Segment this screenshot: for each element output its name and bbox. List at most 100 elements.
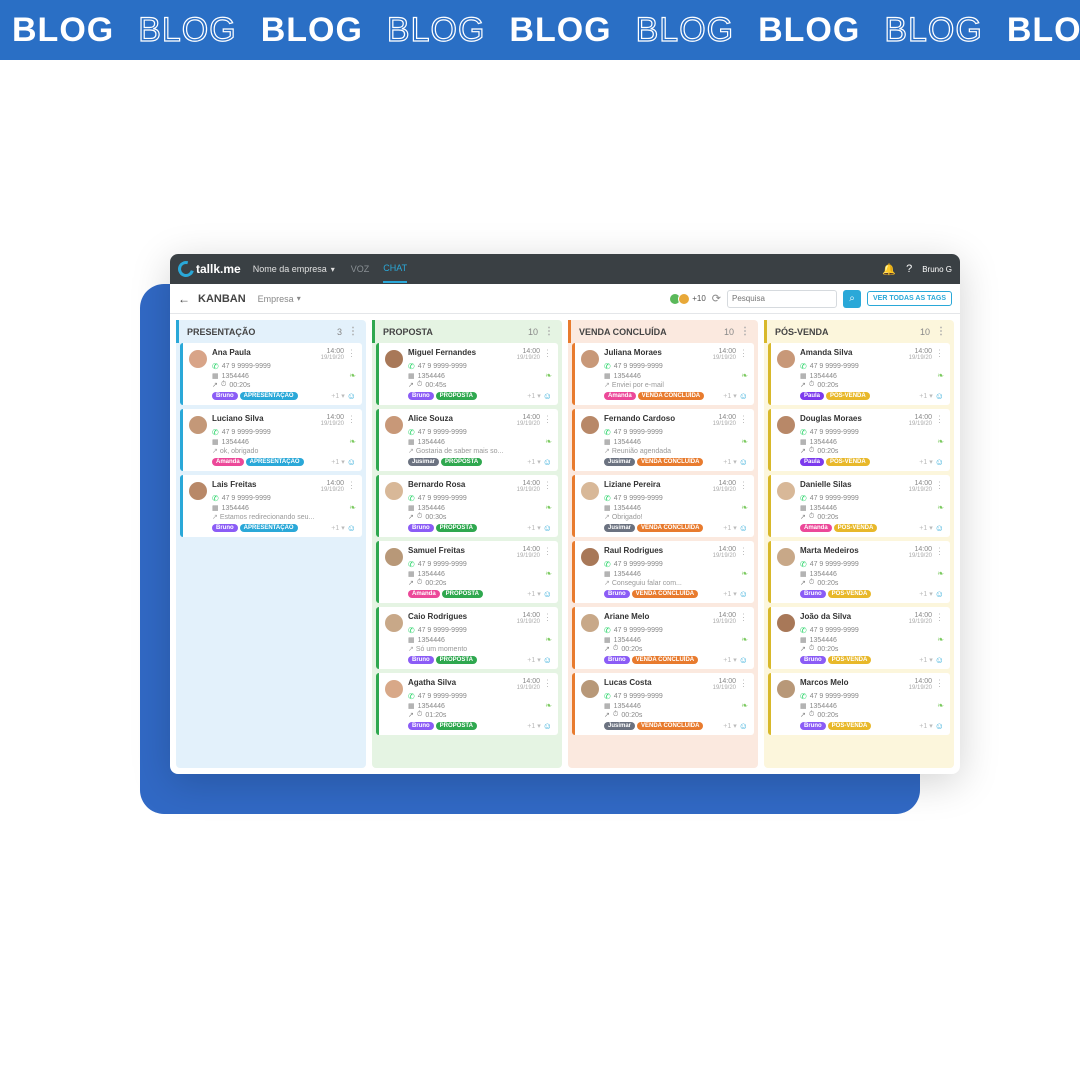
kanban-card[interactable]: Agatha Silva 14:00 19/19/20 ⋮ ✆47 9 9999… bbox=[376, 673, 558, 735]
kanban-card[interactable]: Bernardo Rosa 14:00 19/19/20 ⋮ ✆47 9 999… bbox=[376, 475, 558, 537]
chevron-down-icon[interactable]: ▾ bbox=[733, 392, 737, 400]
back-arrow-icon[interactable]: ← bbox=[178, 292, 190, 306]
company-dropdown[interactable]: Nome da empresa ▾ bbox=[253, 264, 335, 274]
chevron-down-icon[interactable]: ▾ bbox=[733, 590, 737, 598]
kanban-card[interactable]: Luciano Silva 14:00 19/19/20 ⋮ ✆47 9 999… bbox=[180, 409, 362, 471]
card-phone: 47 9 9999-9999 bbox=[810, 429, 859, 436]
view-all-tags-button[interactable]: VER TODAS AS TAGS bbox=[867, 291, 952, 306]
chevron-down-icon[interactable]: ▾ bbox=[929, 392, 933, 400]
card-menu-icon[interactable]: ⋮ bbox=[543, 612, 552, 623]
chevron-down-icon[interactable]: ▾ bbox=[733, 722, 737, 730]
chevron-down-icon[interactable]: ▾ bbox=[929, 722, 933, 730]
kanban-card[interactable]: Liziane Pereira 14:00 19/19/20 ⋮ ✆47 9 9… bbox=[572, 475, 754, 537]
protocol-icon: ▦ bbox=[800, 702, 807, 710]
kanban-card[interactable]: Raul Rodrigues 14:00 19/19/20 ⋮ ✆47 9 99… bbox=[572, 541, 754, 603]
card-menu-icon[interactable]: ⋮ bbox=[543, 348, 552, 359]
nav-chat[interactable]: CHAT bbox=[383, 263, 407, 283]
kanban-card[interactable]: Miguel Fernandes 14:00 19/19/20 ⋮ ✆47 9 … bbox=[376, 343, 558, 405]
kanban-column[interactable]: PÓS-VENDA 10 ⋮ Amanda Silva 14:00 19/19/… bbox=[764, 320, 954, 768]
kanban-card[interactable]: Alice Souza 14:00 19/19/20 ⋮ ✆47 9 9999-… bbox=[376, 409, 558, 471]
search-input[interactable] bbox=[727, 290, 837, 308]
chevron-down-icon[interactable]: ▾ bbox=[341, 392, 345, 400]
chevron-down-icon[interactable]: ▾ bbox=[929, 524, 933, 532]
card-menu-icon[interactable]: ⋮ bbox=[935, 414, 944, 425]
user-name[interactable]: Bruno G bbox=[922, 265, 952, 274]
chevron-down-icon[interactable]: ▾ bbox=[929, 656, 933, 664]
chevron-down-icon[interactable]: ▾ bbox=[537, 656, 541, 664]
card-menu-icon[interactable]: ⋮ bbox=[739, 612, 748, 623]
help-icon[interactable]: ? bbox=[906, 263, 912, 275]
chevron-down-icon[interactable]: ▾ bbox=[537, 722, 541, 730]
chevron-down-icon[interactable]: ▾ bbox=[341, 524, 345, 532]
nav-voz[interactable]: VOZ bbox=[351, 264, 370, 274]
card-message: ↗ Conseguiu falar com... bbox=[604, 579, 748, 587]
chevron-down-icon[interactable]: ▾ bbox=[537, 590, 541, 598]
protocol-icon: ▦ bbox=[604, 372, 611, 380]
agent-tag: Bruno bbox=[408, 392, 434, 400]
chevron-down-icon[interactable]: ▾ bbox=[537, 392, 541, 400]
search-button[interactable]: ⌕ bbox=[843, 290, 861, 308]
card-menu-icon[interactable]: ⋮ bbox=[347, 348, 356, 359]
kanban-card[interactable]: Fernando Cardoso 14:00 19/19/20 ⋮ ✆47 9 … bbox=[572, 409, 754, 471]
logo[interactable]: tallk.me bbox=[178, 261, 241, 277]
bell-icon[interactable]: 🔔 bbox=[882, 263, 896, 276]
column-menu-icon[interactable]: ⋮ bbox=[348, 326, 358, 337]
kanban-card[interactable]: Lucas Costa 14:00 19/19/20 ⋮ ✆47 9 9999-… bbox=[572, 673, 754, 735]
card-protocol: 1354446 bbox=[418, 637, 445, 644]
chevron-down-icon[interactable]: ▾ bbox=[733, 524, 737, 532]
company-filter[interactable]: Empresa ▾ bbox=[258, 294, 301, 304]
whatsapp-icon: ✆ bbox=[604, 560, 611, 569]
card-menu-icon[interactable]: ⋮ bbox=[935, 546, 944, 557]
kanban-column[interactable]: PROPOSTA 10 ⋮ Miguel Fernandes 14:00 19/… bbox=[372, 320, 562, 768]
kanban-card[interactable]: Caio Rodrigues 14:00 19/19/20 ⋮ ✆47 9 99… bbox=[376, 607, 558, 669]
card-menu-icon[interactable]: ⋮ bbox=[739, 546, 748, 557]
card-menu-icon[interactable]: ⋮ bbox=[935, 612, 944, 623]
whatsapp-icon: ✆ bbox=[408, 362, 415, 371]
kanban-column[interactable]: VENDA CONCLUÍDA 10 ⋮ Juliana Moraes 14:0… bbox=[568, 320, 758, 768]
kanban-card[interactable]: Marcos Melo 14:00 19/19/20 ⋮ ✆47 9 9999-… bbox=[768, 673, 950, 735]
card-menu-icon[interactable]: ⋮ bbox=[543, 480, 552, 491]
smile-icon: ☺ bbox=[543, 523, 552, 533]
arrow-icon: ↗ bbox=[604, 514, 610, 521]
user-avatar-stack[interactable]: +10 bbox=[672, 293, 706, 305]
card-menu-icon[interactable]: ⋮ bbox=[739, 348, 748, 359]
kanban-card[interactable]: Danielle Silas 14:00 19/19/20 ⋮ ✆47 9 99… bbox=[768, 475, 950, 537]
chevron-down-icon[interactable]: ▾ bbox=[341, 458, 345, 466]
chevron-down-icon[interactable]: ▾ bbox=[537, 524, 541, 532]
card-menu-icon[interactable]: ⋮ bbox=[543, 678, 552, 689]
kanban-column[interactable]: PRESENTAÇÃO 3 ⋮ Ana Paula 14:00 19/19/20… bbox=[176, 320, 366, 768]
blog-word: BLOG bbox=[387, 11, 485, 50]
kanban-card[interactable]: Samuel Freitas 14:00 19/19/20 ⋮ ✆47 9 99… bbox=[376, 541, 558, 603]
chevron-down-icon[interactable]: ▾ bbox=[929, 458, 933, 466]
badge-icon: +1 bbox=[527, 723, 535, 730]
card-menu-icon[interactable]: ⋮ bbox=[543, 414, 552, 425]
column-menu-icon[interactable]: ⋮ bbox=[936, 326, 946, 337]
column-menu-icon[interactable]: ⋮ bbox=[544, 326, 554, 337]
card-menu-icon[interactable]: ⋮ bbox=[935, 480, 944, 491]
card-menu-icon[interactable]: ⋮ bbox=[543, 546, 552, 557]
chevron-down-icon[interactable]: ▾ bbox=[537, 458, 541, 466]
refresh-icon[interactable]: ⟳ bbox=[712, 292, 721, 305]
kanban-card[interactable]: João da Silva 14:00 19/19/20 ⋮ ✆47 9 999… bbox=[768, 607, 950, 669]
kanban-card[interactable]: Juliana Moraes 14:00 19/19/20 ⋮ ✆47 9 99… bbox=[572, 343, 754, 405]
kanban-card[interactable]: Ana Paula 14:00 19/19/20 ⋮ ✆47 9 9999-99… bbox=[180, 343, 362, 405]
card-menu-icon[interactable]: ⋮ bbox=[935, 348, 944, 359]
card-menu-icon[interactable]: ⋮ bbox=[739, 678, 748, 689]
column-menu-icon[interactable]: ⋮ bbox=[740, 326, 750, 337]
kanban-card[interactable]: Marta Medeiros 14:00 19/19/20 ⋮ ✆47 9 99… bbox=[768, 541, 950, 603]
avatar bbox=[777, 416, 795, 434]
chevron-down-icon[interactable]: ▾ bbox=[733, 656, 737, 664]
kanban-card[interactable]: Douglas Moraes 14:00 19/19/20 ⋮ ✆47 9 99… bbox=[768, 409, 950, 471]
card-menu-icon[interactable]: ⋮ bbox=[739, 414, 748, 425]
kanban-card[interactable]: Lais Freitas 14:00 19/19/20 ⋮ ✆47 9 9999… bbox=[180, 475, 362, 537]
kanban-card[interactable]: Ariane Melo 14:00 19/19/20 ⋮ ✆47 9 9999-… bbox=[572, 607, 754, 669]
chevron-down-icon[interactable]: ▾ bbox=[733, 458, 737, 466]
timer-icon: ⏱ bbox=[417, 711, 422, 719]
card-menu-icon[interactable]: ⋮ bbox=[347, 480, 356, 491]
card-menu-icon[interactable]: ⋮ bbox=[347, 414, 356, 425]
chevron-down-icon[interactable]: ▾ bbox=[929, 590, 933, 598]
card-menu-icon[interactable]: ⋮ bbox=[739, 480, 748, 491]
card-menu-icon[interactable]: ⋮ bbox=[935, 678, 944, 689]
kanban-card[interactable]: Amanda Silva 14:00 19/19/20 ⋮ ✆47 9 9999… bbox=[768, 343, 950, 405]
protocol-icon: ▦ bbox=[800, 504, 807, 512]
